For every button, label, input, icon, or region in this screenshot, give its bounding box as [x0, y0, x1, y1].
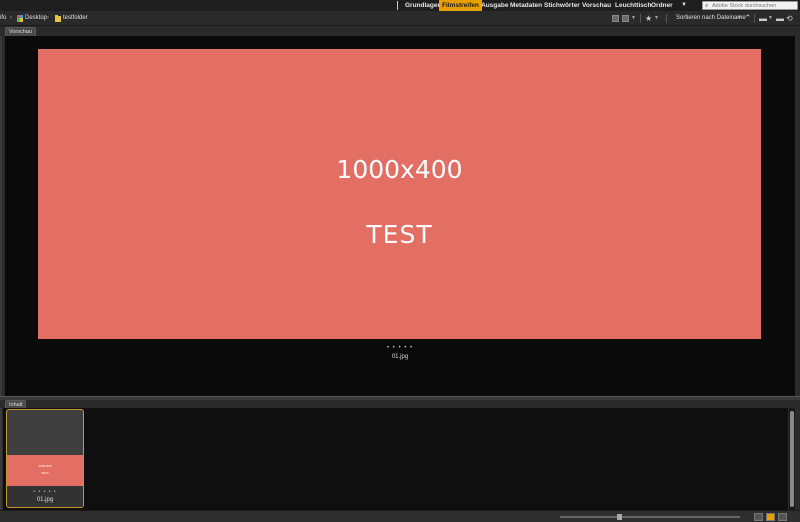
preview-image-text-label: TEST [366, 220, 433, 249]
workspace-filmstreifen[interactable]: Filmstreifen [439, 0, 482, 11]
workspace-bar: Grundlagen Filmstreifen Ausgabe Metadate… [0, 0, 800, 11]
tab-vorschau[interactable]: Vorschau [5, 27, 36, 36]
workspace-divider [397, 1, 398, 10]
path-separator-chevron-icon: › [47, 15, 49, 21]
stock-search-input[interactable] [712, 2, 796, 9]
star-filter-icon[interactable]: ★ [645, 11, 652, 26]
slider-knob[interactable] [617, 514, 622, 520]
view-as-details-icon[interactable] [766, 513, 775, 521]
thumbnail-image-text-size: 1000x400 [38, 464, 52, 468]
left-panel-edge [0, 36, 2, 510]
thumbnail-size-slider[interactable] [560, 516, 740, 518]
workspace-ausgabe[interactable]: Ausgabe [481, 0, 508, 11]
path-item-desktop[interactable]: Desktop [25, 11, 47, 26]
divider [754, 14, 755, 23]
chevron-down-icon[interactable]: ▼ [768, 11, 773, 26]
chevron-down-icon[interactable]: ▼ [654, 11, 659, 26]
thumbnail-item[interactable]: 1000x400 TEST • • • • • 01.jpg [6, 409, 84, 508]
desktop-folder-icon [17, 15, 23, 22]
thumbnail-filename: 01.jpg [36, 497, 54, 503]
status-bar [0, 510, 800, 522]
rotate-icon[interactable]: ⟲ [786, 11, 793, 26]
view-as-thumbnails-icon[interactable] [754, 513, 763, 521]
preview-filename: 01.jpg [391, 354, 409, 360]
folder-icon [55, 15, 61, 22]
content-tabstrip: Inhalt [0, 400, 800, 409]
workspace-ordner[interactable]: Ordner [651, 0, 673, 11]
chevron-down-icon[interactable]: ▼ [631, 11, 636, 26]
divider [640, 14, 641, 23]
workspace-stichwoerter[interactable]: Stichwörter [544, 0, 580, 11]
thumbnail-quality-icon[interactable] [622, 15, 629, 22]
content-scrollbar[interactable] [789, 408, 795, 510]
chevron-down-icon[interactable]: ▼ [737, 11, 742, 26]
preview-image[interactable]: 1000x400 TEST [38, 49, 761, 339]
path-item-testfolder[interactable]: testfolder [63, 11, 88, 26]
workspace-vorschau[interactable]: Vorschau [582, 0, 611, 11]
preview-rating-dots[interactable]: • • • • • [5, 345, 795, 351]
preview-image-text-size: 1000x400 [336, 155, 463, 184]
workspace-leuchttisch[interactable]: Leuchttisch [615, 0, 651, 11]
view-as-list-icon[interactable] [778, 513, 787, 521]
workspace-metadaten[interactable]: Metadaten [510, 0, 542, 11]
workspace-grundlagen[interactable]: Grundlagen [405, 0, 441, 11]
thumbnail-caption: • • • • • 01.jpg [7, 486, 83, 507]
path-separator-chevron-icon: › [10, 15, 12, 21]
workspace-more-chevron-icon[interactable]: ▼ [681, 0, 687, 11]
sort-ascending-icon[interactable]: ⌃ [744, 11, 752, 26]
new-folder-icon[interactable]: ▬ [776, 11, 784, 26]
content-panel: 1000x400 TEST • • • • • 01.jpg [3, 408, 788, 510]
sort-dropdown[interactable]: Sortieren nach Dateiname [676, 11, 746, 26]
stock-search-box[interactable]: ⌕ [702, 1, 798, 10]
thumbnail-rating-dots[interactable]: • • • • • [7, 489, 83, 495]
scrollbar-thumb[interactable] [790, 411, 794, 507]
grid-view-icon[interactable] [612, 15, 619, 22]
preview-tabstrip: Vorschau [0, 26, 800, 36]
divider [666, 14, 667, 23]
open-recent-folder-icon[interactable]: ▬ [759, 11, 767, 26]
path-clipped-item[interactable]: ifo [0, 11, 6, 26]
preview-panel: 1000x400 TEST • • • • • 01.jpg [5, 36, 795, 396]
search-icon: ⌕ [705, 3, 709, 9]
thumbnail-image: 1000x400 TEST [7, 455, 83, 486]
path-bar: ifo › Desktop › testfolder ▼ ★ ▼ Sortier… [0, 11, 800, 26]
thumbnail-image-text-label: TEST [41, 471, 49, 475]
